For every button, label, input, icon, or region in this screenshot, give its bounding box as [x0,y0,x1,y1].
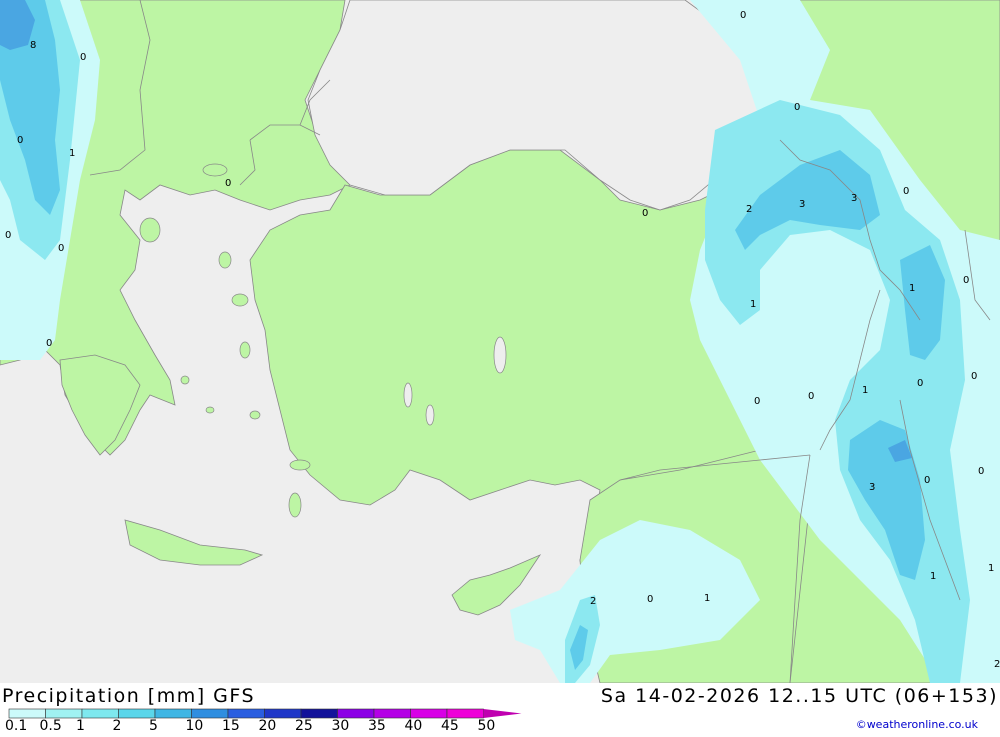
value-label: 0 [647,594,653,605]
value-label: 1 [909,283,915,294]
legend-label: 0.5 [40,718,62,733]
legend-swatch [8,708,46,719]
forecast-datetime: Sa 14-02-2026 12..15 UTC (06+153) [600,685,998,707]
legend-label: 15 [222,718,240,733]
legend-label: 1 [76,718,85,733]
legend-scale: 0.1 0.5 1 2 5 10 15 20 25 30 35 40 45 50 [5,708,522,734]
value-label: 0 [46,338,52,349]
value-label: 3 [799,199,805,210]
value-label: 1 [69,148,75,159]
legend-swatch [45,708,83,719]
value-label: 2 [746,204,752,215]
legend-label: 35 [368,718,386,733]
value-label: 1 [930,571,936,582]
value-label: 0 [917,378,923,389]
value-label: 3 [851,193,857,204]
legend-swatch [118,708,156,719]
legend-arrow [483,709,522,718]
value-label: 0 [794,102,800,113]
footer-bar: Precipitation [mm] GFS Sa 14-02-2026 12.… [0,683,1000,734]
map-canvas: 8 0 0 1 0 0 0 0 0 0 2 3 3 0 1 1 0 1 0 0 … [0,0,1000,684]
legend-swatch [300,708,338,719]
value-label: 1 [862,385,868,396]
value-label: 0 [80,52,86,63]
legend-label: 50 [478,718,496,733]
value-label: 0 [740,10,746,21]
legend-label: 30 [332,718,350,733]
value-label: 0 [754,396,760,407]
value-label: 0 [808,391,814,402]
legend-swatch [446,708,484,719]
value-label: 1 [988,563,994,574]
value-label: 0 [978,466,984,477]
value-label: 0 [642,208,648,219]
legend-label: 10 [186,718,204,733]
legend-swatch [373,708,411,719]
precip-legend: 0.1 0.5 1 2 5 10 15 20 25 30 35 40 45 50 [0,703,540,734]
value-label: 1 [750,299,756,310]
value-label: 0 [924,475,930,486]
value-label: 8 [30,40,36,51]
legend-swatch [264,708,302,719]
value-label: 1 [704,593,710,604]
legend-swatch [337,708,375,719]
legend-swatch [81,708,119,719]
legend-label: 25 [295,718,313,733]
legend-swatch [410,708,448,719]
value-label: 0 [17,135,23,146]
value-label: 0 [903,186,909,197]
value-label: 0 [971,371,977,382]
legend-label: 40 [405,718,423,733]
legend-label: 5 [149,718,158,733]
legend-label: 45 [441,718,459,733]
legend-swatch [154,708,192,719]
value-label: 0 [963,275,969,286]
value-label: 3 [869,482,875,493]
value-label: 0 [58,243,64,254]
credit-link[interactable]: ©weatheronline.co.uk [856,718,978,731]
value-label: 2 [590,596,596,607]
legend-swatch [191,708,229,719]
value-label: 0 [225,178,231,189]
value-label: 2 [994,659,1000,670]
legend-label: 0.1 [5,718,27,733]
legend-label: 2 [113,718,122,733]
precipitation-map: 8 0 0 1 0 0 0 0 0 0 2 3 3 0 1 1 0 1 0 0 … [0,0,1000,684]
value-label: 0 [5,230,11,241]
legend-label: 20 [259,718,277,733]
legend-swatch [227,708,265,719]
